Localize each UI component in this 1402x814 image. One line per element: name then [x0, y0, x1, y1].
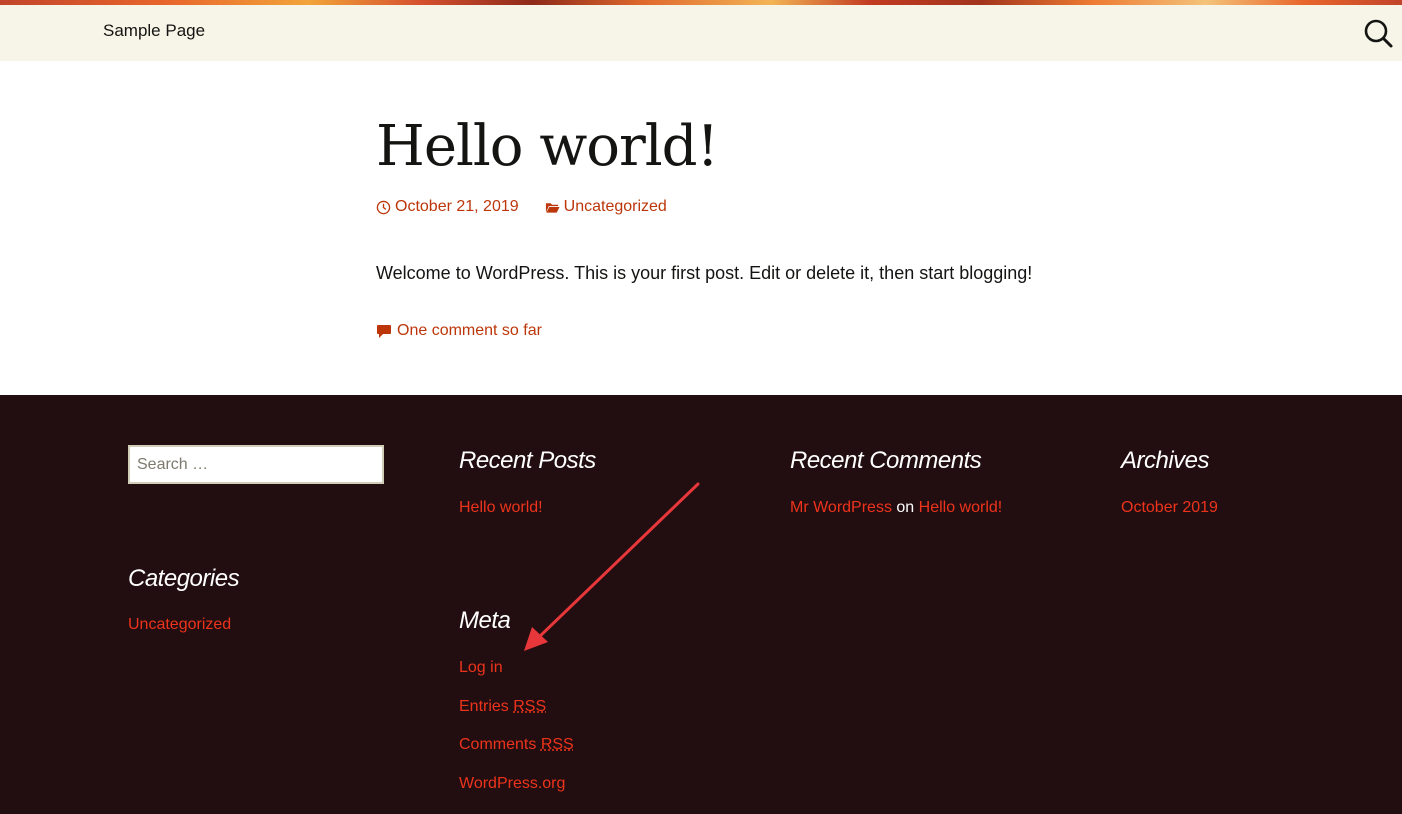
meta-wordpress-org-link[interactable]: WordPress.org	[459, 775, 565, 793]
footer-widgets: Recent Posts Hello world! Recent Comment…	[0, 395, 1402, 814]
meta-title: Meta	[459, 607, 511, 634]
comment-post-link[interactable]: Hello world!	[919, 499, 1003, 516]
comment-author-link[interactable]: Mr WordPress	[790, 499, 892, 516]
comments-link[interactable]: One comment so far	[376, 322, 542, 340]
post-category: Uncategorized	[563, 198, 667, 215]
recent-posts-title: Recent Posts	[459, 447, 596, 474]
rss-abbr: RSS	[513, 698, 547, 715]
categories-title: Categories	[128, 565, 240, 592]
nav-item-sample-page[interactable]: Sample Page	[103, 21, 205, 41]
post-date-link[interactable]: October 21, 2019	[376, 198, 519, 216]
recent-comments-title: Recent Comments	[790, 447, 982, 474]
post-date: October 21, 2019	[395, 198, 519, 215]
post-content: Welcome to WordPress. This is your first…	[376, 263, 1033, 283]
comment-bubble-icon	[377, 324, 391, 338]
post-title[interactable]: Hello world!	[376, 114, 719, 179]
comment-on-text: on	[896, 499, 915, 516]
category-link[interactable]: Uncategorized	[128, 616, 231, 634]
archive-link[interactable]: October 2019	[1121, 499, 1218, 517]
recent-comment-entry: Mr WordPress on Hello world!	[790, 499, 1002, 517]
clock-icon	[376, 200, 391, 214]
comments-link-label: One comment so far	[397, 322, 542, 339]
archives-title: Archives	[1121, 447, 1210, 474]
folder-icon	[545, 202, 560, 213]
post-meta: October 21, 2019 Uncategorized	[376, 198, 667, 216]
rss-abbr: RSS	[540, 736, 574, 753]
navbar: Sample Page	[0, 5, 1402, 61]
entries-label: Entries	[459, 698, 509, 715]
comments-label: Comments	[459, 736, 537, 753]
search-icon[interactable]	[1362, 17, 1394, 49]
post-category-link[interactable]: Uncategorized	[545, 198, 667, 216]
meta-login-link[interactable]: Log in	[459, 659, 503, 677]
search-input[interactable]	[128, 445, 384, 484]
meta-entries-rss-link[interactable]: Entries RSS	[459, 698, 546, 716]
recent-post-link[interactable]: Hello world!	[459, 499, 543, 517]
meta-comments-rss-link[interactable]: Comments RSS	[459, 736, 574, 754]
